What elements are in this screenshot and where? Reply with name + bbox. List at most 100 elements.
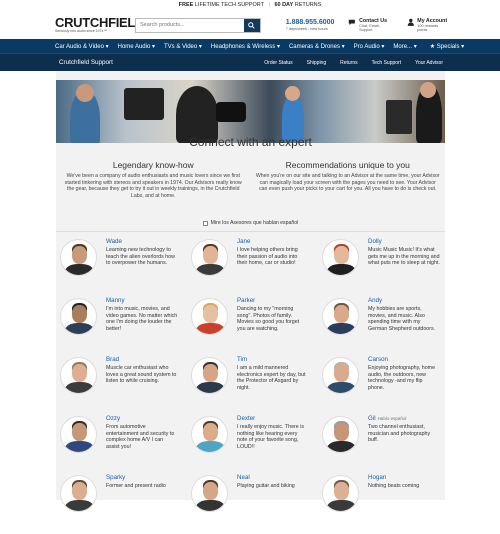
advisor-photo[interactable]: [191, 357, 228, 394]
support-subnav: Crutchfield Support Order Status Shippin…: [0, 53, 500, 71]
advisor-photo[interactable]: [60, 475, 97, 512]
advisor-photo[interactable]: [60, 298, 97, 335]
advisor-name-text: Andy: [368, 297, 383, 304]
advisor-name[interactable]: Tim: [237, 356, 247, 363]
advisor-photo[interactable]: [191, 298, 228, 335]
feature-text: When you're on our site and talking to a…: [255, 173, 440, 193]
advisor-shirt: [327, 500, 356, 511]
contact-us-link[interactable]: Contact Us Chat, Email, Support: [348, 18, 392, 32]
advisor-card[interactable]: Hogan Nothing beats coming: [318, 474, 438, 534]
advisor-bio: My hobbies are sports, movies, and music…: [368, 306, 436, 332]
advisor-card[interactable]: Jane I love helping others bring their pa…: [187, 238, 307, 298]
advisor-name[interactable]: Dexter: [237, 415, 255, 422]
main-nav: Car Audio & Video ▾ Home Audio ▾ TVs & V…: [0, 39, 500, 53]
chat-icon: [349, 19, 356, 26]
nav-headphones[interactable]: Headphones & Wireless ▾: [211, 43, 280, 50]
advisor-photo[interactable]: [322, 475, 359, 512]
advisor-name[interactable]: Manny: [106, 297, 125, 304]
advisor-name[interactable]: Parker: [237, 297, 255, 304]
camera-icon: [216, 102, 246, 122]
advisor-card[interactable]: Sparky Former and present radio: [56, 474, 176, 534]
advisor-name[interactable]: Dolly: [368, 238, 382, 245]
advisor-card[interactable]: Andy My hobbies are sports, movies, and m…: [318, 297, 438, 357]
nav-cameras[interactable]: Cameras & Drones ▾: [289, 43, 345, 50]
advisor-card[interactable]: Dolly Music Music Music! It's what gets m…: [318, 238, 440, 298]
advisor-name-text: Parker: [237, 297, 256, 304]
advisor-face: [334, 423, 349, 441]
advisor-card[interactable]: Brad Muscle car enthusiast who loves a gr…: [56, 356, 176, 416]
nav-specials[interactable]: ★ Specials ▾: [430, 43, 464, 50]
hero-banner-image: [56, 80, 445, 143]
crutchfield-logo[interactable]: CRUTCHFIELD Seriously into audio since 1…: [55, 16, 144, 33]
phone-block[interactable]: 1.888.955.6000 7 days/week - new hours: [286, 19, 335, 31]
advisor-name[interactable]: Andy: [368, 297, 382, 304]
advisor-photo[interactable]: [60, 239, 97, 276]
subnav-tech-support[interactable]: Tech Support: [372, 60, 401, 66]
advisor-card[interactable]: Neal Playing guitar and biking: [187, 474, 307, 534]
promo-bar: FREE LIFETIME TECH SUPPORT | 60 DAY RETU…: [0, 0, 500, 11]
spanish-checkbox[interactable]: [202, 220, 208, 226]
nav-tvs-video[interactable]: TVs & Video ▾: [164, 43, 202, 50]
subnav-your-advisor[interactable]: Your Advisor: [415, 60, 443, 66]
promo-returns: RETURNS: [294, 2, 322, 8]
nav-more[interactable]: More... ▾: [393, 43, 416, 50]
advisor-face: [334, 305, 349, 323]
advisor-photo[interactable]: [60, 357, 97, 394]
divider: [56, 231, 445, 232]
phone-number: 1.888.955.6000: [285, 19, 335, 26]
advisor-shirt: [196, 264, 225, 275]
advisor-photo[interactable]: [191, 475, 228, 512]
subnav-shipping[interactable]: Shipping: [307, 60, 326, 66]
advisor-bio: Muscle car enthusiast who loves a great …: [106, 365, 177, 385]
hero-title: Connect with an expert: [189, 135, 312, 149]
advisor-card[interactable]: Parker Dancing to my "morning song". Phot…: [187, 297, 307, 357]
advisor-photo[interactable]: [322, 357, 359, 394]
advisor-name[interactable]: Ozzy: [106, 415, 120, 422]
advisor-name[interactable]: Neal: [237, 474, 250, 481]
subnav-returns[interactable]: Returns: [340, 60, 358, 66]
advisor-card[interactable]: Gil Hablo español Two channel enthusiast, …: [318, 415, 438, 475]
advisor-bio: Nothing beats coming: [368, 483, 420, 489]
advisor-card[interactable]: Ozzy From automotive entertainment and se…: [56, 415, 176, 475]
advisor-card[interactable]: Manny I'm into music, movies, and video g…: [56, 297, 178, 357]
advisor-bio: I'm into music, movies, and video games.…: [106, 306, 178, 332]
advisor-name[interactable]: Sparky: [106, 474, 125, 481]
advisor-bio: Former and present radio: [106, 483, 166, 489]
nav-car-audio[interactable]: Car Audio & Video ▾: [55, 43, 109, 50]
search-icon: [248, 21, 255, 29]
advisor-photo[interactable]: [191, 416, 228, 453]
advisor-name[interactable]: Wade: [106, 238, 122, 245]
advisor-card[interactable]: Tim I am a mild mannered electronics expe…: [187, 356, 307, 416]
nav-home-audio[interactable]: Home Audio ▾: [118, 43, 155, 50]
advisor-face: [72, 246, 87, 264]
advisor-name[interactable]: Hogan: [368, 474, 386, 481]
advisor-name-text: Tim: [237, 356, 248, 363]
user-icon: [407, 18, 414, 26]
advisor-card[interactable]: Dexter I really enjoy music. There is not…: [187, 415, 307, 475]
nav-pro-audio[interactable]: Pro Audio ▾: [354, 43, 385, 50]
promo-60-day: 60 DAY: [274, 2, 294, 8]
advisor-name[interactable]: Carson: [368, 356, 388, 363]
spanish-speaker-tag: Hablo español: [377, 416, 407, 421]
advisor-name[interactable]: Jane: [237, 238, 250, 245]
spanish-filter[interactable]: Mire los Asesores que hablan español: [56, 220, 445, 226]
hero-equipment: [124, 88, 164, 120]
advisor-name[interactable]: Gil Hablo español: [368, 415, 406, 422]
advisor-photo[interactable]: [322, 239, 359, 276]
advisor-photo[interactable]: [322, 416, 359, 453]
support-title[interactable]: Crutchfield Support: [59, 59, 250, 66]
hero-equipment: [386, 100, 412, 134]
advisor-photo[interactable]: [322, 298, 359, 335]
my-account-link[interactable]: My Account 100 rewards points: [407, 18, 448, 32]
subnav-order-status[interactable]: Order Status: [264, 60, 292, 66]
advisor-card[interactable]: Wade Learning new technology to teach the…: [56, 238, 176, 298]
advisor-bio: Two channel enthusiast, musician and pho…: [368, 424, 431, 444]
advisor-bio: Enjoying photography, home audio, the ou…: [368, 365, 436, 391]
search-input[interactable]: [136, 18, 244, 32]
advisor-name[interactable]: Brad: [106, 356, 119, 363]
advisor-card[interactable]: Carson Enjoying photography, home audio, …: [318, 356, 438, 416]
advisor-photo[interactable]: [191, 239, 228, 276]
advisor-photo[interactable]: [60, 416, 97, 453]
advisor-bio: I really enjoy music. There is nothing l…: [237, 424, 305, 450]
search-button[interactable]: [243, 18, 260, 32]
